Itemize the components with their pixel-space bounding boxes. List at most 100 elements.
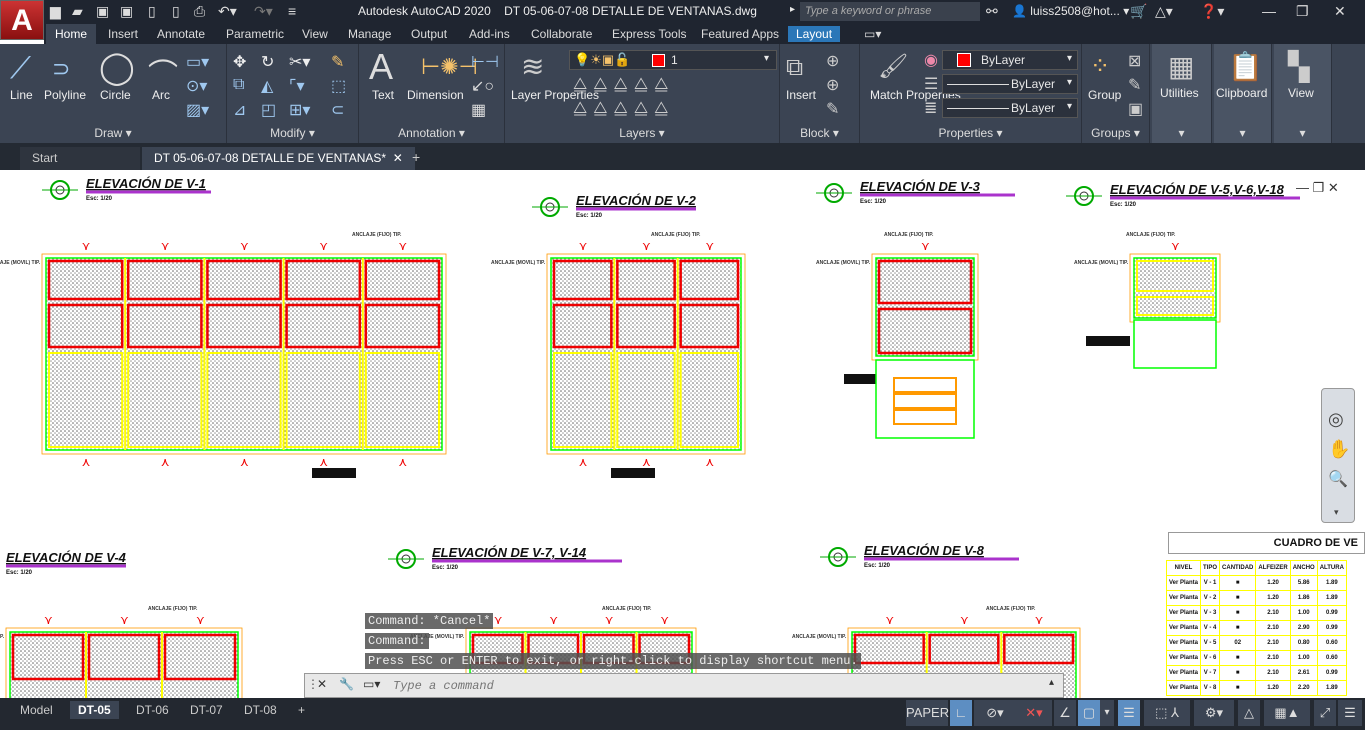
utilities-panel[interactable]: ▦ Utilities ▾ <box>1152 44 1212 143</box>
layer-tools-row1-icon[interactable]: ⧋⧋⧋⧋⧋ <box>573 76 674 94</box>
save-icon[interactable]: ▣ <box>96 3 109 20</box>
ortho-icon[interactable]: ∟ <box>950 700 972 726</box>
erase-icon[interactable]: ✎ <box>331 52 344 72</box>
steering-wheel-icon[interactable]: ◎ <box>1328 409 1344 430</box>
settings-icon[interactable]: ⚙▾ <box>1194 700 1234 726</box>
zoom-icon[interactable]: 🔍 <box>1328 469 1348 489</box>
tab-dt-08[interactable]: DT-08 <box>236 701 285 719</box>
leader-icon[interactable]: ↙○ <box>471 76 494 96</box>
copy-icon[interactable]: ⧉ <box>233 76 244 94</box>
circle-button[interactable]: Circle <box>100 88 131 102</box>
tab-insert[interactable]: Insert <box>108 27 138 41</box>
plot-icon[interactable]: ⎙ <box>194 3 205 20</box>
tab-dt-05[interactable]: DT-05 <box>70 701 119 719</box>
trim-icon[interactable]: ✂▾ <box>289 52 310 72</box>
search-arrow-icon[interactable]: ▸ <box>790 4 795 15</box>
table-icon[interactable]: ▦ <box>471 100 486 120</box>
new-tab-button[interactable]: + <box>400 147 432 170</box>
ellipse-icon[interactable]: ⊙▾ <box>186 76 207 96</box>
tab-add-ins[interactable]: Add-ins <box>469 27 510 41</box>
annotation-panel-title[interactable]: Annotation ▾ <box>359 126 504 140</box>
tab-annotate[interactable]: Annotate <box>157 27 205 41</box>
osnap-tracking-icon[interactable]: ✕▾ <box>1016 700 1052 726</box>
save-web-icon[interactable]: ▯ <box>172 3 180 20</box>
dimension-button[interactable]: Dimension <box>407 88 464 102</box>
rotate-icon[interactable]: ↻ <box>261 52 274 72</box>
help-icon[interactable]: ❓▾ <box>1200 3 1224 20</box>
insert-button[interactable]: Insert <box>786 88 816 102</box>
fillet-icon[interactable]: ⌜▾ <box>289 76 305 96</box>
command-input[interactable] <box>393 677 1053 695</box>
layer-tools-row2-icon[interactable]: ⧋⧋⧋⧋⧋ <box>573 100 674 118</box>
tab-dt-06[interactable]: DT-06 <box>128 701 177 719</box>
groups-panel-title[interactable]: Groups ▾ <box>1082 126 1149 140</box>
wrench-icon[interactable]: 🔧 <box>339 677 354 691</box>
undo-icon[interactable]: ↶▾ <box>218 3 237 20</box>
properties-panel-title[interactable]: Properties ▾ <box>860 126 1081 140</box>
group-tools-icon[interactable]: ⊠ ✎ ▣ <box>1128 50 1143 122</box>
group-button[interactable]: Group <box>1088 88 1121 102</box>
modify-panel-title[interactable]: Modify ▾ <box>227 126 358 140</box>
move-icon[interactable]: ✥ <box>233 52 246 72</box>
selection-cycling-icon[interactable]: ⬚ ⅄ <box>1144 700 1190 726</box>
new-icon[interactable]: ▆ <box>50 3 61 20</box>
tab-dt-07[interactable]: DT-07 <box>182 701 231 719</box>
stretch-icon[interactable]: ⊿ <box>233 100 246 120</box>
tab-model[interactable]: Model <box>12 701 61 719</box>
isodraft-icon[interactable]: ∠ <box>1054 700 1076 726</box>
object-snap-icon[interactable]: ▢ <box>1078 700 1100 726</box>
explode-icon[interactable]: ⬚ <box>331 76 346 96</box>
open-web-icon[interactable]: ▯ <box>148 3 156 20</box>
search-input[interactable]: Type a keyword or phrase <box>800 2 980 21</box>
redo-icon[interactable]: ↷▾ <box>254 3 273 20</box>
linear-dim-icon[interactable]: ⊢⊣ <box>471 52 499 72</box>
arc-button[interactable]: Arc <box>152 88 170 102</box>
array-icon[interactable]: ⊞▾ <box>289 100 310 120</box>
cart-icon[interactable]: 🛒 <box>1130 3 1147 20</box>
view-panel[interactable]: ▚ View ▾ <box>1274 44 1332 143</box>
hatch-icon[interactable]: ▨▾ <box>186 100 209 120</box>
block-tools-icon[interactable]: ⊕ ⊕ ✎ <box>826 50 839 122</box>
close-icon[interactable]: ✕ <box>317 677 327 691</box>
view-button[interactable]: View <box>1288 86 1314 100</box>
fullscreen-icon[interactable]: ⤢ <box>1314 700 1336 726</box>
tab-output[interactable]: Output <box>411 27 447 41</box>
maximize-icon[interactable]: ❐ <box>1296 3 1309 20</box>
tab-parametric[interactable]: Parametric <box>226 27 284 41</box>
lineweight-toggle-icon[interactable]: ☰ <box>1118 700 1140 726</box>
paper-space-toggle[interactable]: PAPER <box>906 700 949 726</box>
color-dropdown[interactable]: ByLayer ▾ <box>942 50 1078 70</box>
minimize-icon[interactable]: — <box>1262 3 1276 19</box>
chevron-up-icon[interactable]: ▴ <box>1049 677 1054 688</box>
customize-icon[interactable]: ≡ <box>288 3 296 19</box>
menu-icon[interactable]: ☰ <box>1338 700 1362 726</box>
save-as-icon[interactable]: ▣ <box>120 3 133 20</box>
tab-express-tools[interactable]: Express Tools <box>612 27 686 41</box>
scale-icon[interactable]: ◰ <box>261 100 276 120</box>
add-layout-button[interactable]: + <box>290 701 313 719</box>
close-icon[interactable]: ✕ <box>1334 3 1346 20</box>
draw-panel-title[interactable]: Draw ▾ <box>0 126 226 140</box>
annotation-scale-icon[interactable]: △ <box>1238 700 1260 726</box>
mirror-icon[interactable]: ◭ <box>261 76 273 96</box>
tab-featured-apps[interactable]: Featured Apps <box>701 27 779 41</box>
line-button[interactable]: Line <box>10 88 33 102</box>
tab-home[interactable]: Home <box>46 24 97 44</box>
layer-dropdown[interactable]: 💡☀▣🔓 1 ▾ <box>569 50 777 70</box>
binoculars-icon[interactable]: ⚯ <box>986 3 998 20</box>
polyline-button[interactable]: Polyline <box>44 88 86 102</box>
viewport-controls-icon[interactable]: — ❐ ✕ <box>1296 180 1339 196</box>
block-panel-title[interactable]: Block ▾ <box>780 126 859 140</box>
chevron-down-icon[interactable]: ▾ <box>1334 507 1339 518</box>
application-menu-button[interactable]: A <box>0 0 44 40</box>
prompt-icon[interactable]: ▭▾ <box>363 677 380 691</box>
pan-icon[interactable]: ✋ <box>1328 439 1350 460</box>
open-icon[interactable]: ▰ <box>72 3 83 20</box>
layers-panel-title[interactable]: Layers ▾ <box>505 126 779 140</box>
chevron-down-icon[interactable]: ▾ <box>1100 700 1114 726</box>
connect-icon[interactable]: △▾ <box>1155 3 1173 20</box>
utilities-button[interactable]: Utilities <box>1160 86 1199 100</box>
workspace-icon[interactable]: ▦▲ <box>1264 700 1310 726</box>
tab-layout[interactable]: Layout <box>788 26 841 42</box>
tab-drawing[interactable]: DT 05-06-07-08 DETALLE DE VENTANAS* ✕ <box>142 147 415 170</box>
